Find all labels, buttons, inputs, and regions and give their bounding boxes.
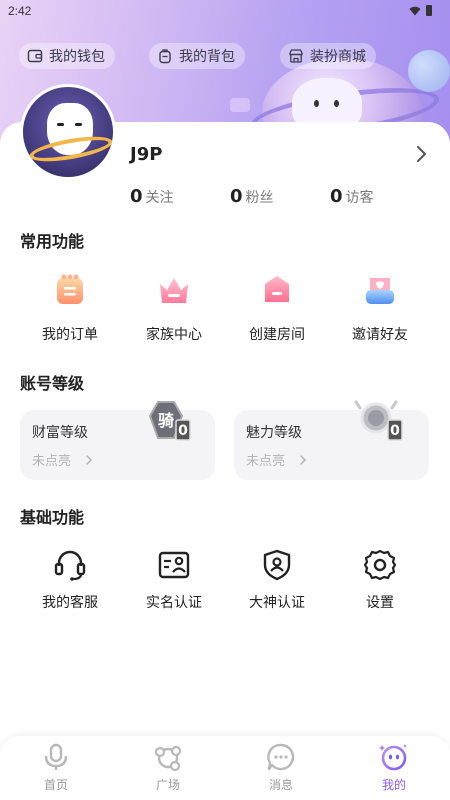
- stat-following[interactable]: 0 关注: [130, 186, 174, 207]
- section-title-basic: 基础功能: [20, 508, 85, 527]
- order-icon: [57, 274, 83, 304]
- charm-level-status-text: 未点亮: [246, 454, 286, 469]
- nav-messages-label: 消息: [268, 778, 293, 792]
- family-center-label: 家族中心: [146, 327, 202, 343]
- create-room-label: 创建房间: [249, 327, 305, 343]
- home-mic-icon: [44, 743, 68, 770]
- stat-fans-count: 0: [230, 186, 243, 207]
- nav-plaza[interactable]: 广场: [128, 742, 208, 793]
- stat-following-label: 关注: [145, 190, 174, 206]
- backpack-label: 我的背包: [179, 49, 235, 65]
- headset-icon: [54, 550, 86, 581]
- stat-visitors-label: 访客: [345, 190, 374, 206]
- customer-service-button[interactable]: 我的客服: [20, 548, 120, 612]
- stat-visitors[interactable]: 0 访客: [330, 186, 374, 207]
- my-orders-button[interactable]: 我的订单: [20, 270, 120, 344]
- gear-icon: [363, 549, 397, 581]
- create-room-icon: [265, 276, 289, 302]
- expert-auth-label: 大神认证: [249, 595, 305, 611]
- plaza-icon: [154, 745, 182, 772]
- section-title-common: 常用功能: [20, 232, 85, 251]
- stat-following-count: 0: [130, 186, 143, 207]
- family-center-icon: [160, 278, 188, 303]
- wealth-badge-icon: 骑 0: [148, 401, 191, 441]
- username[interactable]: J9P: [130, 144, 162, 165]
- wealth-badge-text: 骑: [158, 411, 174, 430]
- real-name-auth-button[interactable]: 实名认证: [124, 548, 224, 612]
- customer-service-label: 我的客服: [42, 595, 98, 611]
- wealth-level-status: 未点亮: [32, 450, 93, 469]
- nav-messages[interactable]: 消息: [241, 742, 321, 793]
- chevron-right-icon: [300, 454, 307, 465]
- nav-plaza-label: 广场: [155, 778, 180, 792]
- charm-badge-level: 0: [390, 423, 400, 439]
- nav-home-label: 首页: [43, 778, 68, 792]
- invite-friends-button[interactable]: 邀请好友: [330, 270, 430, 344]
- nav-me[interactable]: 我的: [354, 742, 434, 793]
- expert-auth-button[interactable]: 大神认证: [227, 548, 327, 612]
- backpack-button[interactable]: 我的背包: [149, 43, 245, 69]
- bottom-nav: 首页 广场 消息 我的: [0, 736, 450, 800]
- wallet-button[interactable]: 我的钱包: [19, 43, 115, 69]
- profile-stats: 0 关注 0 粉丝 0 访客: [0, 186, 450, 208]
- nav-home[interactable]: 首页: [16, 742, 96, 793]
- wallet-label: 我的钱包: [49, 49, 105, 65]
- shop-label: 装扮商城: [310, 49, 366, 65]
- settings-button[interactable]: 设置: [330, 548, 430, 612]
- real-name-auth-label: 实名认证: [146, 595, 202, 611]
- family-center-button[interactable]: 家族中心: [124, 270, 224, 344]
- shop-icon: [289, 49, 303, 63]
- section-title-level: 账号等级: [20, 374, 85, 393]
- settings-label: 设置: [366, 595, 394, 611]
- my-orders-label: 我的订单: [42, 327, 98, 343]
- shop-button[interactable]: 装扮商城: [280, 43, 376, 69]
- id-card-icon: [158, 551, 190, 579]
- wealth-level-title: 财富等级: [32, 425, 88, 441]
- invite-friends-label: 邀请好友: [352, 327, 408, 343]
- charm-level-title: 魅力等级: [246, 425, 302, 441]
- wealth-level-card[interactable]: 财富等级 未点亮 骑 0: [20, 401, 215, 480]
- shield-user-icon: [263, 549, 291, 581]
- status-bar: 2:42: [0, 0, 450, 22]
- stat-fans-label: 粉丝: [245, 190, 274, 206]
- battery-icon: [426, 5, 432, 16]
- wallet-icon: [27, 49, 43, 63]
- cube-decoration: [230, 98, 250, 112]
- charm-level-card[interactable]: 魅力等级 未点亮 0: [234, 400, 429, 480]
- invite-friend-icon: [366, 278, 394, 304]
- chevron-right-icon[interactable]: [413, 145, 429, 163]
- me-face-icon: [379, 744, 407, 771]
- wifi-icon: [409, 6, 421, 15]
- wealth-level-status-text: 未点亮: [32, 454, 72, 469]
- chevron-right-icon: [86, 454, 93, 465]
- status-time: 2:42: [8, 4, 32, 18]
- wealth-badge-level: 0: [178, 423, 188, 439]
- avatar[interactable]: [20, 84, 116, 180]
- message-icon: [267, 743, 295, 771]
- charm-level-status: 未点亮: [246, 450, 307, 469]
- stat-visitors-count: 0: [330, 186, 343, 207]
- backpack-icon: [159, 49, 171, 64]
- stat-fans[interactable]: 0 粉丝: [230, 186, 274, 207]
- charm-badge-icon: 0: [354, 400, 403, 441]
- create-room-button[interactable]: 创建房间: [227, 270, 327, 344]
- top-shortcut-bar: 我的钱包 我的背包 装扮商城: [0, 43, 450, 69]
- nav-me-label: 我的: [381, 778, 406, 792]
